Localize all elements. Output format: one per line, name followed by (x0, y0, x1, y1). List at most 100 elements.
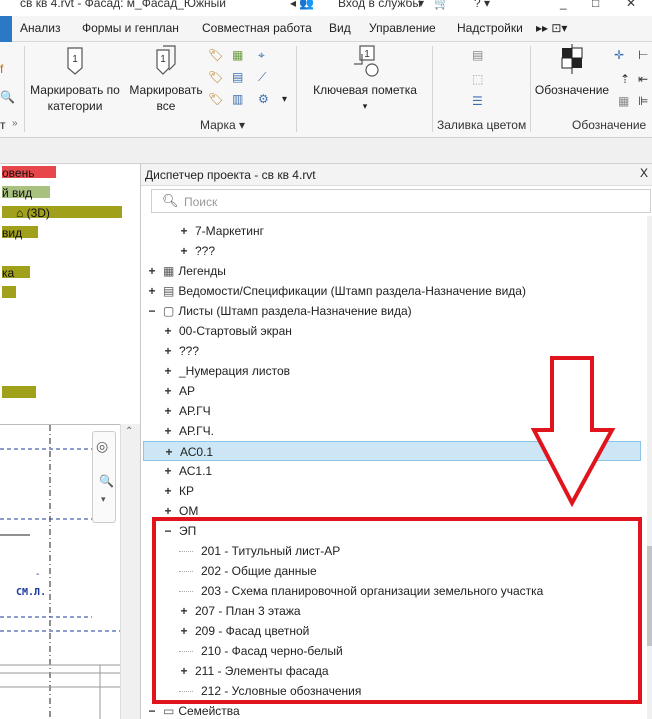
expand-icon[interactable]: + (147, 261, 157, 281)
tree-item[interactable]: +??? (179, 241, 215, 261)
tag-group-label[interactable]: Марка ▾ (200, 118, 245, 132)
tab-addins[interactable]: Надстройки (457, 21, 523, 35)
material-tag-icon[interactable]: ▦ (232, 48, 248, 64)
tab-annotate-edge[interactable] (0, 16, 12, 42)
zoom-dropdown-icon[interactable]: ▾ (101, 494, 106, 505)
tag-by-category-icon: 1 (67, 47, 83, 75)
tree-item[interactable]: − ▢ Листы (Штамп раздела-Назначение вида) (147, 301, 412, 321)
expand-icon[interactable]: + (163, 341, 173, 361)
expand-icon[interactable]: + (163, 421, 173, 441)
tree-item[interactable]: +00-Стартовый экран (163, 321, 291, 341)
keynote-button[interactable]: 1 Ключевая пометка ▾ (300, 44, 430, 114)
tree-item[interactable]: + АР.ГЧ (163, 401, 211, 421)
tree-item[interactable]: + АС1.1 (163, 461, 212, 481)
tab-manage[interactable]: Управление (369, 21, 436, 35)
collapse-icon[interactable]: − (147, 301, 157, 321)
close-button[interactable]: ✕ (626, 0, 636, 10)
tab-massing[interactable]: Формы и генплан (82, 21, 179, 35)
duct-legend-icon[interactable]: ⬚ (472, 72, 488, 88)
tag-all-button[interactable]: 1 Маркировать все (126, 44, 206, 114)
binoculars-icon[interactable]: ◂ 👥 (290, 0, 314, 10)
tab-analysis[interactable]: Анализ (20, 21, 61, 35)
browser-scrollbar[interactable] (647, 216, 652, 719)
cart-icon[interactable]: 🛒 (434, 0, 449, 10)
expand-icon[interactable]: + (163, 381, 173, 401)
view-tag-view[interactable]: й вид (0, 184, 52, 200)
expand-icon[interactable]: + (163, 361, 173, 381)
signin-dropdown-icon[interactable]: ▾ (418, 0, 424, 10)
tree-item-label: Листы (Штамп раздела-Назначение вида) (178, 304, 412, 318)
expand-icon[interactable]: + (164, 442, 174, 462)
multi-category-tag-icon[interactable]: 🏷 (208, 48, 224, 64)
tag-settings-icon[interactable]: ⚙ (258, 92, 274, 108)
fabric-symbol-icon[interactable]: ▦ (618, 94, 634, 110)
scroll-up-icon[interactable]: ⌃ (125, 426, 133, 437)
tree-item[interactable]: + ▤ Ведомости/Спецификации (Штамп раздела-… (147, 281, 526, 301)
tree-item[interactable]: +7-Маркетинг (179, 221, 264, 241)
minimize-button[interactable]: _ (560, 0, 567, 10)
symbol-label: Обозначение (534, 83, 610, 97)
tree-item-label: Ведомости/Спецификации (Штамп раздела-На… (178, 284, 526, 298)
zoom-icon[interactable]: 🔍 (99, 474, 114, 488)
drawing-canvas[interactable]: - СМ.Л. ◎ 🔍 ▾ (0, 424, 120, 719)
tab-collaborate[interactable]: Совместная работа (202, 21, 312, 35)
tree-item-label: АС0.1 (180, 445, 214, 459)
tree-item-label: ??? (195, 244, 216, 258)
tag-more-dropdown-icon[interactable]: ▾ (282, 94, 287, 105)
tree-item-label: АР.ГЧ (179, 404, 211, 418)
steering-wheel-icon[interactable]: ◎ (96, 438, 108, 455)
tree-item[interactable]: +??? (163, 341, 199, 361)
tree-item-label: ОМ (179, 504, 199, 518)
stair-tag-icon[interactable]: ▥ (232, 92, 248, 108)
beam-annotation-icon[interactable]: 🏷 (208, 92, 224, 108)
view-tag-blank-1[interactable] (0, 284, 18, 300)
color-fill-legend-icon[interactable]: ▤ (472, 48, 488, 64)
expand-icon[interactable]: + (147, 281, 157, 301)
expand-icon[interactable]: + (163, 321, 173, 341)
area-reinforcement-symbol-icon[interactable]: ⇡ (620, 72, 636, 88)
view-tag-3d[interactable]: ⌂ (3D) (0, 204, 124, 220)
view-tag-view2[interactable]: вид (0, 224, 40, 240)
tree-item-label: Семейства (178, 704, 240, 718)
panel-expand-icon[interactable]: » (12, 118, 18, 129)
view-reference-icon[interactable]: ⟋ (258, 70, 274, 86)
stair-path-icon[interactable]: ⇤ (638, 72, 652, 88)
more-tabs-icon[interactable]: ▸▸ ⊡▾ (536, 21, 567, 35)
view-tag-blank-2[interactable] (0, 384, 38, 400)
tree-item[interactable]: + АР (163, 381, 195, 401)
tab-view[interactable]: Вид (329, 21, 351, 35)
maximize-button[interactable]: □ (592, 0, 599, 10)
space-tag-icon[interactable]: ▤ (232, 70, 248, 86)
keynote-dropdown-icon[interactable]: ▾ (300, 98, 430, 114)
span-direction-icon[interactable]: ✛ (614, 48, 630, 64)
path-reinforcement-icon[interactable]: ⊫ (638, 94, 652, 110)
tree-item[interactable]: + АР.ГЧ. (163, 421, 213, 441)
view-tag-level[interactable]: овень (0, 164, 58, 180)
room-tag-icon[interactable]: 🏷 (208, 70, 224, 86)
help-icon[interactable]: ? ▾ (474, 0, 490, 10)
expand-icon[interactable]: + (179, 241, 189, 261)
left-cut-icon: f (0, 62, 4, 76)
tag-by-category-button[interactable]: 1 Маркировать по категории (26, 44, 124, 114)
view-tag-ka[interactable]: ка (0, 264, 32, 280)
tree-item[interactable]: + КР (163, 481, 194, 501)
symbol-button[interactable]: Обозначение (532, 44, 612, 98)
tree-item[interactable]: + _Нумерация листов (163, 361, 290, 381)
browser-search-input[interactable]: 🔍︎ Поиск (151, 189, 651, 213)
expand-icon[interactable]: + (163, 481, 173, 501)
expand-icon[interactable]: + (179, 221, 189, 241)
tree-item[interactable]: + ▦ Легенды (147, 261, 225, 281)
pipe-legend-icon[interactable]: ☰ (472, 94, 488, 110)
beam-system-symbol-icon[interactable]: ⊢ (638, 48, 652, 64)
expand-icon[interactable]: + (163, 401, 173, 421)
level-marker-label: СМ.Л. (16, 587, 47, 598)
ribbon-panel: f 🔍 т » 1 Маркировать по категории 1 Мар… (0, 42, 652, 138)
area-tag-icon[interactable]: ⌖ (258, 48, 274, 64)
signin-label[interactable]: Вход в службы (338, 0, 421, 10)
view-vertical-scrollbar[interactable]: ⌃ (120, 424, 140, 719)
browser-scrollbar-thumb[interactable] (647, 546, 652, 646)
expand-icon[interactable]: + (163, 461, 173, 481)
browser-close-icon[interactable]: X (640, 166, 648, 180)
svg-text:1: 1 (72, 54, 78, 65)
search-icon: 🔍︎ (162, 193, 179, 208)
